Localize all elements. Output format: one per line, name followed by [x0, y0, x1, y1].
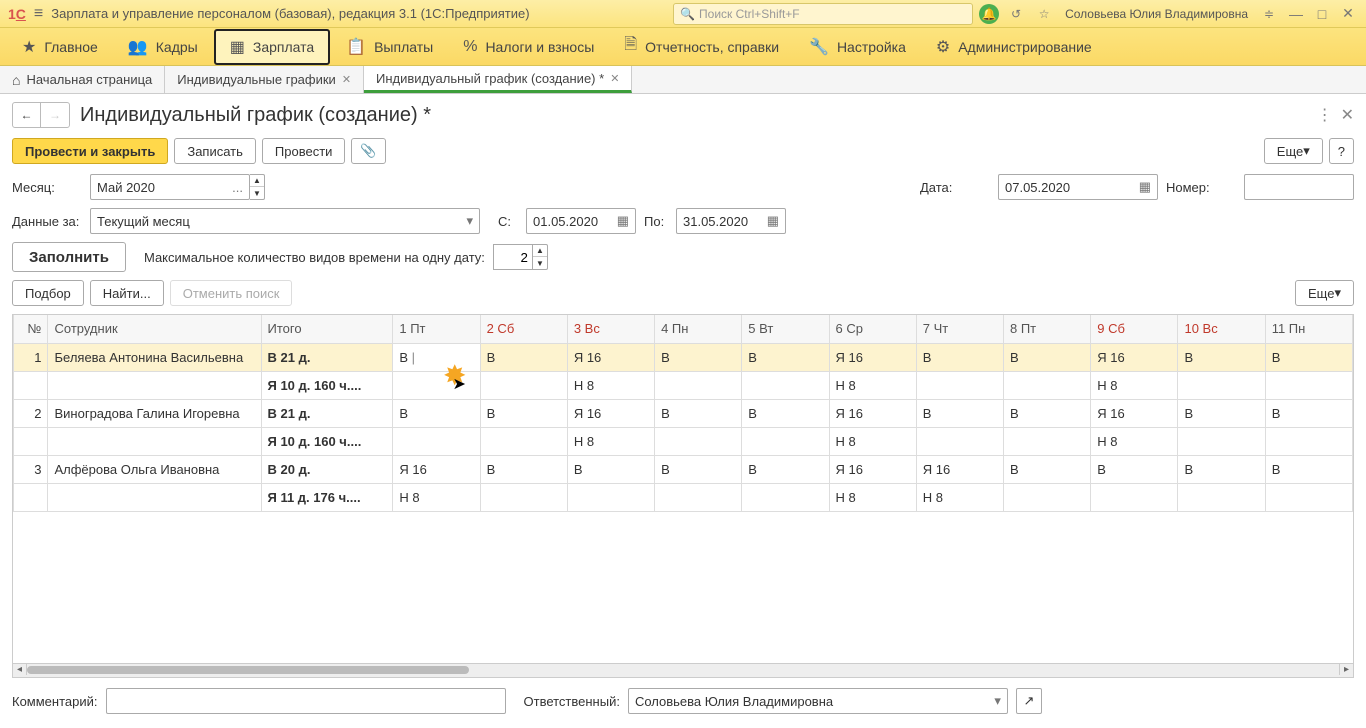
- close-button[interactable]: ✕: [1338, 5, 1358, 22]
- tab-0[interactable]: ⌂Начальная страница: [0, 66, 165, 93]
- menu-icon-5: 🗎: [624, 33, 637, 60]
- app-title: Зарплата и управление персоналом (базова…: [51, 6, 529, 21]
- max-types-label: Максимальное количество видов времени на…: [144, 250, 485, 265]
- menu-icon-6: 🔧: [809, 37, 829, 57]
- table-row[interactable]: Я 10 д. 160 ч....Н 8Н 8Н 8: [14, 427, 1353, 455]
- tab-1[interactable]: Индивидуальные графики✕: [165, 66, 364, 93]
- menu-item-6[interactable]: 🔧Настройка: [795, 31, 920, 63]
- minimize-button[interactable]: —: [1286, 6, 1306, 22]
- tab-2[interactable]: Индивидуальный график (создание) *✕: [364, 66, 632, 93]
- grid-more-button[interactable]: Еще ▾: [1295, 280, 1354, 306]
- month-label: Месяц:: [12, 180, 82, 195]
- post-and-close-button[interactable]: Провести и закрыть: [12, 138, 168, 164]
- menu-icon-3: 📋: [346, 37, 366, 57]
- chevron-down-icon: ▾: [1334, 285, 1341, 301]
- scroll-left-button[interactable]: ◂: [13, 664, 27, 675]
- data-for-select[interactable]: Текущий месяц ▾: [90, 208, 480, 234]
- global-search[interactable]: 🔍 Поиск Ctrl+Shift+F: [673, 3, 973, 25]
- table-row[interactable]: Я 10 д. 160 ч....Н 8Н 8Н 8: [14, 371, 1353, 399]
- data-for-label: Данные за:: [12, 214, 82, 229]
- table-row[interactable]: 2Виноградова Галина ИгоревнаВ 21 д.ВВЯ 1…: [14, 399, 1353, 427]
- more-button[interactable]: Еще ▾: [1264, 138, 1323, 164]
- post-button[interactable]: Провести: [262, 138, 346, 164]
- menu-item-2[interactable]: ▦Зарплата: [214, 29, 330, 65]
- home-icon: ⌂: [12, 72, 20, 88]
- chevron-down-icon[interactable]: ▾: [462, 213, 473, 229]
- maximize-button[interactable]: □: [1312, 6, 1332, 22]
- menu-item-7[interactable]: ⚙Администрирование: [922, 31, 1106, 63]
- search-placeholder: Поиск Ctrl+Shift+F: [699, 7, 800, 21]
- chevron-down-icon: ▾: [1303, 143, 1310, 159]
- month-input[interactable]: Май 2020 ...: [90, 174, 250, 200]
- page-close-button[interactable]: ✕: [1341, 105, 1354, 125]
- page: ← → Индивидуальный график (создание) * ⋮…: [0, 94, 1366, 722]
- month-spinner[interactable]: ▲▼: [250, 174, 265, 200]
- menu-icon[interactable]: ≡: [34, 5, 43, 23]
- chevron-down-icon[interactable]: ▾: [990, 693, 1001, 709]
- menu-item-1[interactable]: 👥Кадры: [114, 31, 212, 63]
- logo-1c: 1С: [8, 6, 26, 22]
- find-button[interactable]: Найти...: [90, 280, 164, 306]
- main-menu: ★Главное👥Кадры▦Зарплата📋Выплаты%Налоги и…: [0, 28, 1366, 66]
- filter-icon[interactable]: ≑: [1258, 3, 1280, 25]
- fill-button[interactable]: Заполнить: [12, 242, 126, 272]
- open-responsible-button[interactable]: ↗: [1016, 688, 1042, 714]
- menu-item-5[interactable]: 🗎Отчетность, справки: [610, 27, 793, 66]
- horizontal-scrollbar[interactable]: ◂ ▸: [12, 664, 1354, 678]
- menu-item-0[interactable]: ★Главное: [8, 31, 112, 63]
- tabs: ⌂Начальная страницаИндивидуальные график…: [0, 66, 1366, 94]
- star-icon[interactable]: ☆: [1033, 3, 1055, 25]
- bell-icon[interactable]: 🔔: [979, 4, 999, 24]
- grid[interactable]: №СотрудникИтого1 Пт2 Сб3 Вс4 Пн5 Вт6 Ср7…: [12, 314, 1354, 664]
- search-icon: 🔍: [680, 7, 695, 21]
- table-row[interactable]: 3Алфёрова Ольга ИвановнаВ 20 д.Я 16ВВВВЯ…: [14, 455, 1353, 483]
- to-date: 31.05.2020 ▦: [676, 208, 786, 234]
- responsible-label: Ответственный:: [524, 694, 620, 709]
- max-types-spinner[interactable]: ▲▼: [533, 244, 548, 270]
- to-label: По:: [644, 214, 668, 229]
- scroll-right-button[interactable]: ▸: [1339, 664, 1353, 675]
- help-button[interactable]: ?: [1329, 138, 1354, 164]
- tab-close-icon[interactable]: ✕: [610, 72, 619, 85]
- responsible-input[interactable]: Соловьева Юлия Владимировна ▾: [628, 688, 1008, 714]
- number-input[interactable]: [1244, 174, 1354, 200]
- scroll-thumb[interactable]: [27, 666, 469, 674]
- from-date: 01.05.2020 ▦: [526, 208, 636, 234]
- user-name[interactable]: Соловьева Юлия Владимировна: [1065, 7, 1248, 21]
- write-button[interactable]: Записать: [174, 138, 256, 164]
- nav-back-button[interactable]: ←: [13, 103, 41, 127]
- history-icon[interactable]: ↺: [1005, 3, 1027, 25]
- nav-forward-button[interactable]: →: [41, 103, 69, 127]
- nav-arrows: ← →: [12, 102, 70, 128]
- menu-icon-4: %: [463, 38, 477, 56]
- calendar-icon: ▦: [763, 213, 779, 229]
- max-types-input[interactable]: [493, 244, 533, 270]
- kebab-icon[interactable]: ⋮: [1317, 105, 1333, 125]
- calendar-icon: ▦: [613, 213, 629, 229]
- comment-input[interactable]: [106, 688, 506, 714]
- from-label: С:: [498, 214, 518, 229]
- number-label: Номер:: [1166, 180, 1236, 195]
- calendar-icon[interactable]: ▦: [1135, 179, 1151, 195]
- menu-icon-2: ▦: [230, 37, 245, 57]
- menu-icon-7: ⚙: [936, 37, 950, 57]
- comment-label: Комментарий:: [12, 694, 98, 709]
- pick-button[interactable]: Подбор: [12, 280, 84, 306]
- page-title: Индивидуальный график (создание) *: [80, 104, 431, 127]
- title-bar: 1С ≡ Зарплата и управление персоналом (б…: [0, 0, 1366, 28]
- menu-item-4[interactable]: %Налоги и взносы: [449, 32, 608, 62]
- menu-icon-0: ★: [22, 37, 36, 57]
- cancel-search-button: Отменить поиск: [170, 280, 293, 306]
- ellipsis-icon[interactable]: ...: [228, 180, 243, 195]
- table-row[interactable]: 1Беляева Антонина ВасильевнаВ 21 д.В |ВЯ…: [14, 343, 1353, 371]
- tab-close-icon[interactable]: ✕: [342, 73, 351, 86]
- table-row[interactable]: Я 11 д. 176 ч....Н 8Н 8Н 8: [14, 483, 1353, 511]
- date-input[interactable]: 07.05.2020 ▦: [998, 174, 1158, 200]
- date-label: Дата:: [920, 180, 990, 195]
- menu-icon-1: 👥: [128, 37, 148, 57]
- menu-item-3[interactable]: 📋Выплаты: [332, 31, 447, 63]
- attach-button[interactable]: 📎: [351, 138, 385, 164]
